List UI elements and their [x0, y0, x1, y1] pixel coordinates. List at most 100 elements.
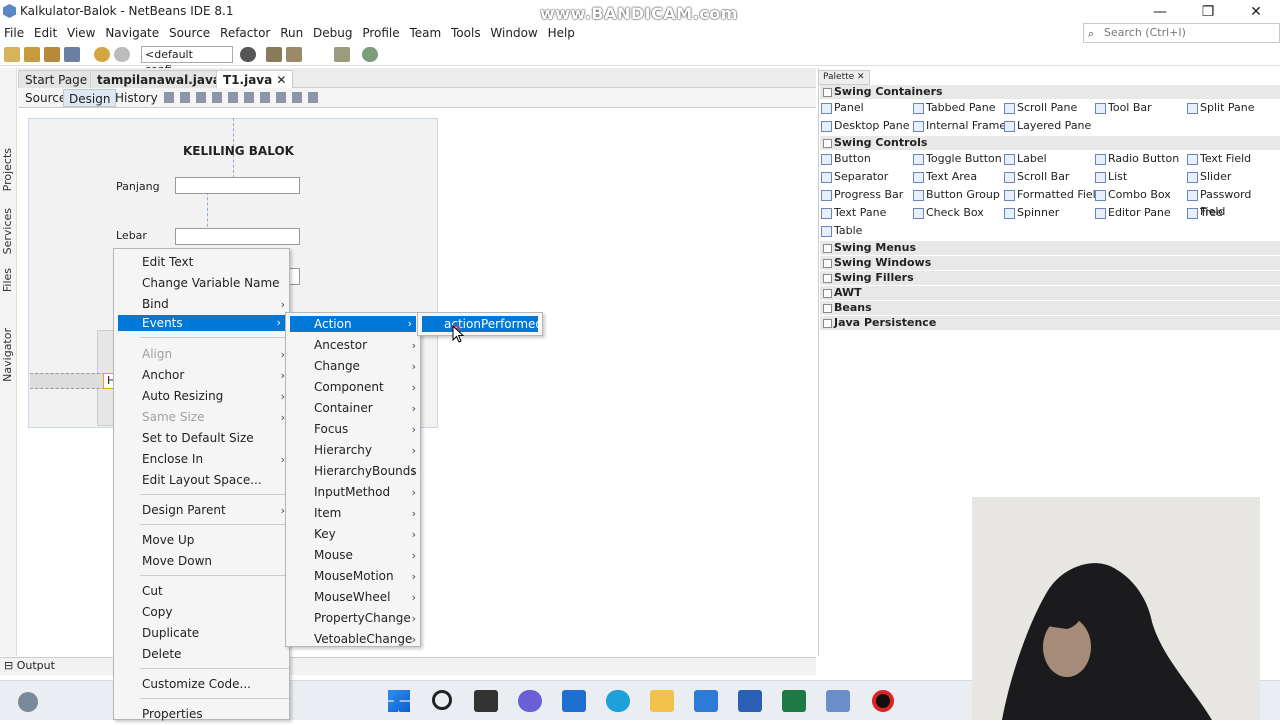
event-component[interactable]: Component ›: [286, 377, 420, 398]
event-property-change[interactable]: PropertyChange ›: [286, 608, 420, 629]
menu-source[interactable]: Source: [167, 24, 212, 42]
build-icon[interactable]: [286, 47, 302, 62]
chat-icon[interactable]: [518, 690, 542, 712]
search-icon[interactable]: [432, 690, 452, 710]
palette-item[interactable]: Radio Button: [1094, 150, 1179, 167]
menu-item-events[interactable]: Events ›: [118, 315, 285, 331]
netbeans-icon[interactable]: [826, 690, 850, 712]
form-title-label[interactable]: KELILING BALOK: [183, 144, 294, 158]
palette-item[interactable]: Text Field: [1186, 150, 1251, 167]
menu-view[interactable]: View: [65, 24, 97, 42]
menu-item-cut[interactable]: Cut: [114, 581, 289, 602]
menu-item-customize-code[interactable]: Customize Code...: [114, 674, 289, 695]
lebar-field[interactable]: [175, 228, 300, 245]
menu-navigate[interactable]: Navigate: [103, 24, 161, 42]
palette-category-swing-menus[interactable]: Swing Menus: [820, 241, 1280, 255]
menu-item-change-variable-name[interactable]: Change Variable Name ...: [114, 273, 289, 311]
new-project-icon[interactable]: [24, 47, 40, 62]
event-mouse-wheel[interactable]: MouseWheel ›: [286, 587, 420, 608]
file-explorer-icon[interactable]: [650, 690, 674, 712]
word-icon[interactable]: [738, 690, 762, 712]
open-project-icon[interactable]: [44, 47, 60, 62]
menu-item-edit-layout-space[interactable]: Edit Layout Space...: [114, 470, 289, 491]
palette-item[interactable]: Panel: [820, 99, 864, 116]
event-input-method[interactable]: InputMethod ›: [286, 482, 420, 503]
menu-edit[interactable]: Edit: [32, 24, 59, 42]
palette-item[interactable]: Text Area: [912, 168, 977, 185]
event-hierarchy-bounds[interactable]: HierarchyBounds ›: [286, 461, 420, 482]
palette-item[interactable]: Button: [820, 150, 871, 167]
minimize-button[interactable]: —: [1140, 2, 1180, 22]
new-file-icon[interactable]: [4, 47, 20, 62]
panjang-label[interactable]: Panjang: [116, 180, 160, 193]
search-input[interactable]: Search (Ctrl+I): [1104, 26, 1186, 39]
palette-item[interactable]: Separator: [820, 168, 888, 185]
close-button[interactable]: ✕: [1236, 2, 1276, 22]
menu-item-design-parent[interactable]: Design Parent ›: [114, 500, 289, 521]
tab-navigator[interactable]: Navigator: [1, 328, 14, 382]
menu-refactor[interactable]: Refactor: [218, 24, 272, 42]
menu-item-move-down[interactable]: Move Down: [114, 551, 289, 572]
palette-header[interactable]: Palette ✕: [818, 70, 870, 85]
menu-tools[interactable]: Tools: [449, 24, 483, 42]
palette-item[interactable]: Password Field: [1186, 186, 1280, 218]
tab-projects[interactable]: Projects: [1, 148, 14, 191]
menu-item-move-up[interactable]: Move Up: [114, 530, 289, 551]
excel-icon[interactable]: [782, 690, 806, 712]
event-change[interactable]: Change ›: [286, 356, 420, 377]
align-tools-icon[interactable]: [164, 92, 324, 103]
event-container[interactable]: Container ›: [286, 398, 420, 419]
close-icon[interactable]: ✕: [276, 73, 286, 87]
maximize-button[interactable]: ❐: [1188, 2, 1228, 22]
notepad-icon[interactable]: [694, 690, 718, 712]
palette-item[interactable]: Tool Bar: [1094, 99, 1152, 116]
palette-item[interactable]: Internal Frame: [912, 117, 1006, 134]
panjang-field[interactable]: [175, 177, 300, 194]
menu-help[interactable]: Help: [546, 24, 577, 42]
palette-item[interactable]: Table: [820, 222, 862, 239]
palette-item[interactable]: Tabbed Pane: [912, 99, 995, 116]
menu-item-copy[interactable]: Copy: [114, 602, 289, 623]
palette-category-swing-controls[interactable]: Swing Controls: [820, 136, 1280, 150]
menu-item-anchor[interactable]: Anchor ›: [114, 365, 289, 386]
tab-t1-java[interactable]: T1.java ✕: [216, 70, 294, 88]
event-focus[interactable]: Focus ›: [286, 419, 420, 440]
menu-window[interactable]: Window: [488, 24, 539, 42]
palette-item[interactable]: Button Group: [912, 186, 1000, 203]
store-icon[interactable]: [562, 690, 586, 712]
event-item[interactable]: Item ›: [286, 503, 420, 524]
menu-debug[interactable]: Debug: [311, 24, 354, 42]
palette-item[interactable]: Check Box: [912, 204, 984, 221]
menu-item-properties[interactable]: Properties: [114, 704, 289, 725]
action-performed-item[interactable]: actionPerformed: [422, 316, 543, 332]
palette-category-beans[interactable]: Beans: [820, 301, 1280, 315]
palette-item[interactable]: Editor Pane: [1094, 204, 1171, 221]
menu-item-bind[interactable]: Bind ›: [114, 294, 289, 315]
clean-build-icon[interactable]: [266, 47, 282, 62]
lebar-label[interactable]: Lebar: [116, 229, 147, 242]
palette-item[interactable]: Split Pane: [1186, 99, 1255, 116]
menu-item-auto-resizing[interactable]: Auto Resizing ›: [114, 386, 289, 407]
redo-icon[interactable]: [114, 47, 130, 62]
config-select[interactable]: <default confi...: [141, 46, 233, 76]
undo-icon[interactable]: [94, 47, 110, 62]
tab-history[interactable]: History: [110, 89, 163, 107]
palette-category-java-persistence[interactable]: Java Persistence: [820, 316, 1280, 330]
tab-services[interactable]: Services: [1, 208, 14, 254]
palette-category-swing-windows[interactable]: Swing Windows: [820, 256, 1280, 270]
bandicam-icon[interactable]: [872, 690, 894, 712]
palette-item[interactable]: Progress Bar: [820, 186, 903, 203]
menu-item-edit-text[interactable]: Edit Text: [114, 252, 289, 273]
menu-item-enclose-in[interactable]: Enclose In ›: [114, 449, 289, 470]
palette-item[interactable]: Toggle Button: [912, 150, 1002, 167]
palette-item[interactable]: Label: [1003, 150, 1047, 167]
save-all-icon[interactable]: [64, 47, 80, 62]
menu-item-set-default-size[interactable]: Set to Default Size: [114, 428, 289, 449]
palette-item[interactable]: Tree: [1186, 204, 1223, 221]
menu-item-duplicate[interactable]: Duplicate: [114, 623, 289, 644]
palette-item[interactable]: Text Pane: [820, 204, 886, 221]
close-icon[interactable]: ✕: [857, 72, 865, 82]
palette-category-swing-containers[interactable]: Swing Containers: [820, 85, 1280, 99]
tab-files[interactable]: Files: [1, 268, 14, 292]
tab-design[interactable]: Design: [63, 89, 117, 107]
